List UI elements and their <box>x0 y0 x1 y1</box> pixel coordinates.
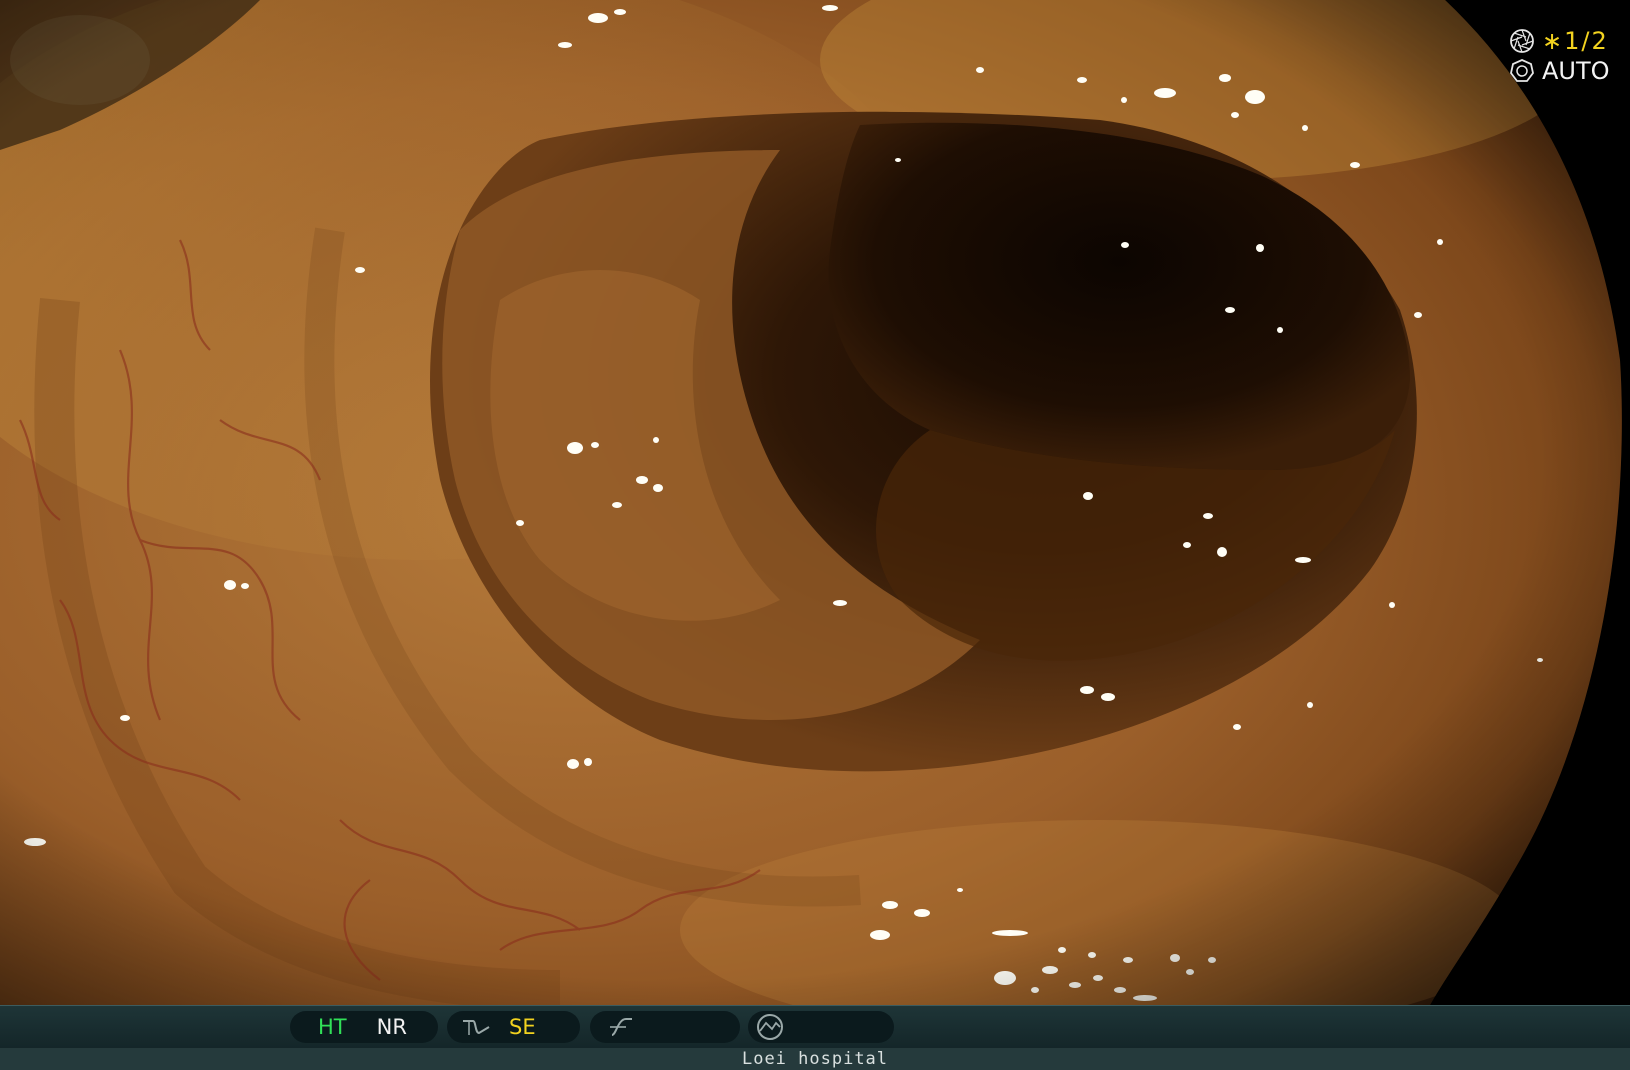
shutter-speed-text: ∗1/2 <box>1542 27 1609 55</box>
ht-label: HT <box>318 1015 347 1039</box>
freeze-pill <box>590 1011 740 1043</box>
structure-enhance-pill: SE <box>447 1011 580 1043</box>
endoscopy-view <box>0 0 1630 1005</box>
scope-circle-icon <box>757 1014 783 1040</box>
scope-mode-pill <box>748 1011 894 1043</box>
iris-mode-text: AUTO <box>1542 57 1610 85</box>
iris-icon <box>1510 59 1534 82</box>
se-label: SE <box>509 1015 536 1039</box>
hospital-footer: Loei hospital <box>0 1048 1630 1070</box>
processor-status-bar: HT NR SE <box>0 1005 1630 1048</box>
curve-icon <box>463 1020 490 1035</box>
slash-curve-icon <box>610 1018 632 1036</box>
iris-mode-row: AUTO <box>1508 56 1630 86</box>
shutter-speed-row: ∗1/2 <box>1508 26 1630 56</box>
aperture-icon <box>1510 29 1534 53</box>
hospital-name: Loei hospital <box>741 1049 889 1069</box>
nr-label: NR <box>376 1015 407 1039</box>
ht-nr-pill: HT NR <box>290 1011 438 1043</box>
scope-status-overlay: ∗1/2 AUTO <box>1508 26 1630 86</box>
